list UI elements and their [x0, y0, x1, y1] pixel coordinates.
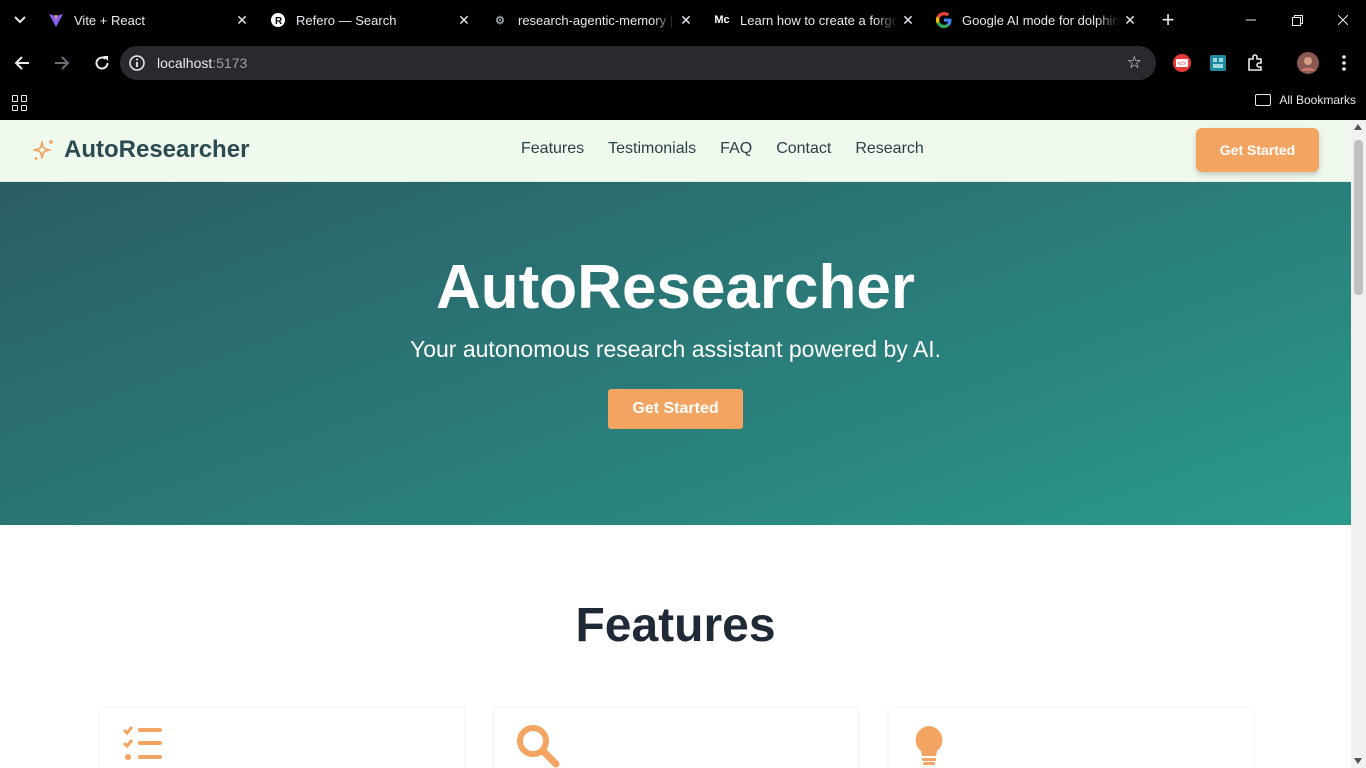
bookmark-star-icon[interactable]: ☆ — [1127, 53, 1142, 73]
tab-title: research-agentic-memory | R — [518, 12, 676, 28]
nav-link-faq[interactable]: FAQ — [720, 140, 752, 158]
hero-subtitle: Your autonomous research assistant power… — [409, 336, 942, 362]
new-tab-button[interactable]: + — [1150, 0, 1186, 40]
features-heading: Features — [575, 599, 776, 652]
all-bookmarks-label: All Bookmarks — [1279, 93, 1356, 107]
window-controls — [1228, 0, 1366, 40]
extension-teal-icon[interactable] — [1203, 48, 1233, 78]
brand-name: AutoResearcher — [64, 136, 250, 163]
vite-icon — [48, 12, 64, 28]
apps-grid-icon[interactable] — [12, 95, 28, 111]
magnifier-icon — [517, 725, 560, 768]
close-icon — [1338, 15, 1348, 25]
arrow-left-icon — [14, 56, 29, 70]
close-icon[interactable]: ✕ — [454, 12, 474, 29]
all-bookmarks-button[interactable]: All Bookmarks — [1255, 93, 1356, 107]
url-text: localhost:5173 — [157, 55, 247, 71]
lightbulb-icon — [915, 726, 943, 765]
avatar[interactable] — [1293, 48, 1323, 78]
hero-section: AutoResearcher Your autonomous research … — [0, 182, 1351, 525]
site-header: AutoResearcher Features Testimonials FAQ… — [0, 120, 1351, 182]
google-icon — [936, 12, 952, 28]
scroll-up-icon[interactable] — [1354, 124, 1362, 130]
url-port: :5173 — [212, 55, 248, 71]
address-bar[interactable]: localhost:5173 ☆ — [120, 46, 1156, 80]
tab-search-button[interactable] — [0, 0, 40, 40]
chevron-down-icon — [14, 16, 26, 24]
tab-medium[interactable]: Mc Learn how to create a forgot ✕ — [706, 0, 928, 40]
tab-refero[interactable]: R Refero — Search ✕ — [262, 0, 484, 40]
nav-link-features[interactable]: Features — [521, 140, 584, 158]
feature-card — [100, 708, 464, 768]
header-get-started-button[interactable]: Get Started — [1196, 128, 1319, 172]
close-window-button[interactable] — [1320, 0, 1366, 40]
arrow-right-icon — [55, 56, 70, 70]
feature-card — [494, 708, 858, 768]
puzzle-icon[interactable] — [1240, 48, 1270, 78]
browser-toolbar: localhost:5173 ☆ </> — [0, 40, 1366, 86]
svg-text:</>: </> — [1178, 62, 1187, 68]
svg-text:R: R — [275, 16, 283, 27]
checklist-icon — [122, 726, 162, 760]
site-info-icon[interactable] — [120, 46, 154, 80]
feature-card — [889, 708, 1253, 768]
page-viewport: AutoResearcher Features Testimonials FAQ… — [0, 120, 1366, 768]
nav-link-research[interactable]: Research — [855, 140, 923, 158]
nav-link-testimonials[interactable]: Testimonials — [608, 140, 696, 158]
hero-get-started-button[interactable]: Get Started — [608, 389, 743, 429]
tab-research-agentic-memory[interactable]: ⚙ research-agentic-memory | R ✕ — [484, 0, 706, 40]
scroll-down-icon[interactable] — [1354, 758, 1362, 764]
page-scrollbar[interactable] — [1351, 120, 1366, 768]
back-button[interactable] — [4, 45, 40, 81]
restore-button[interactable] — [1274, 0, 1320, 40]
medium-icon: Mc — [714, 14, 730, 26]
restore-icon — [1291, 14, 1303, 26]
plus-icon: + — [1161, 7, 1175, 32]
minimize-button[interactable] — [1228, 0, 1274, 40]
tab-title: Refero — Search — [296, 12, 397, 28]
tab-vite-react[interactable]: Vite + React ✕ — [40, 0, 262, 40]
extension-devtools-icon[interactable]: </> — [1167, 48, 1197, 78]
forward-button[interactable] — [44, 45, 80, 81]
tab-google-ai[interactable]: Google AI mode for dolphin ✕ — [928, 0, 1150, 40]
bookmarks-bar: All Bookmarks — [0, 86, 1366, 120]
close-icon[interactable]: ✕ — [676, 12, 696, 29]
refero-icon: R — [270, 12, 286, 28]
nav-link-contact[interactable]: Contact — [776, 140, 831, 158]
main-menu: Features Testimonials FAQ Contact Resear… — [521, 140, 948, 158]
tab-title: Vite + React — [74, 12, 145, 28]
reload-icon — [95, 56, 109, 70]
gear-icon: ⚙ — [495, 14, 505, 27]
folder-icon — [1255, 94, 1272, 106]
tab-title: Google AI mode for dolphin — [962, 12, 1120, 28]
site-logo[interactable]: AutoResearcher — [32, 136, 249, 164]
hero-title: AutoResearcher — [436, 253, 915, 322]
close-icon[interactable]: ✕ — [1120, 12, 1140, 29]
url-host: localhost — [157, 55, 213, 71]
minimize-icon — [1246, 19, 1256, 21]
more-menu-icon[interactable] — [1329, 48, 1359, 78]
tab-title: Learn how to create a forgot — [740, 12, 898, 28]
sparkle-icon — [33, 140, 53, 160]
scrollbar-thumb[interactable] — [1354, 140, 1363, 295]
close-icon[interactable]: ✕ — [898, 12, 918, 29]
close-icon[interactable]: ✕ — [232, 12, 252, 29]
reload-button[interactable] — [84, 45, 120, 81]
tab-strip: Vite + React ✕ R Refero — Search ✕ ⚙ res… — [0, 0, 1366, 40]
